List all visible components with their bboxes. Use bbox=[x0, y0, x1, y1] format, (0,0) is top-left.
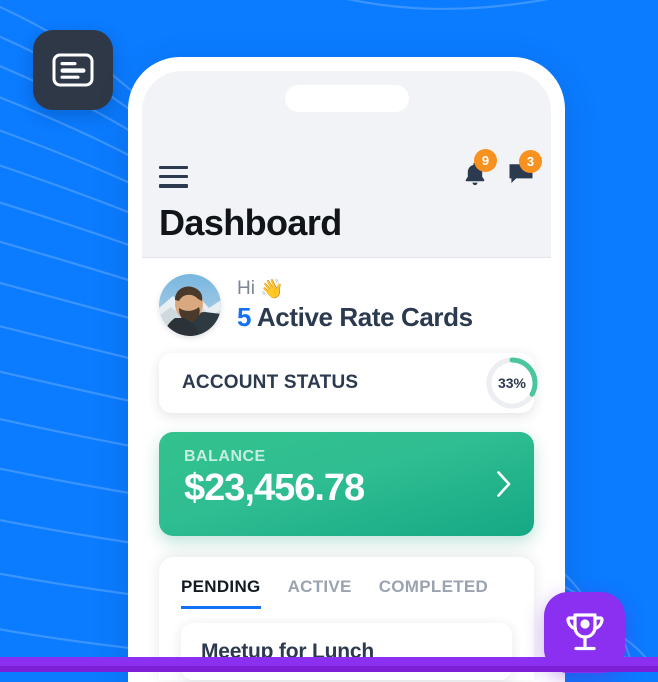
greeting-text: Hi 👋 5 Active Rate Cards bbox=[237, 277, 473, 333]
card-list-icon bbox=[52, 53, 94, 87]
active-rate-cards-label: Active Rate Cards bbox=[256, 302, 473, 332]
avatar[interactable] bbox=[159, 274, 221, 336]
hamburger-line bbox=[159, 174, 188, 179]
messages-badge: 3 bbox=[519, 150, 542, 173]
active-rate-cards-count: 5 bbox=[237, 302, 252, 332]
messages-button[interactable]: 3 bbox=[508, 150, 542, 191]
app-icon[interactable] bbox=[33, 30, 113, 110]
waving-hand-icon: 👋 bbox=[259, 279, 284, 300]
greeting-hi-text: Hi bbox=[237, 278, 255, 299]
hamburger-line bbox=[159, 184, 188, 188]
chevron-right-icon[interactable] bbox=[496, 471, 512, 498]
tab-bar: PENDING ACTIVE COMPLETED bbox=[181, 577, 512, 609]
bottom-bar-primary bbox=[0, 657, 658, 666]
avatar-photo bbox=[159, 274, 221, 336]
notifications-badge: 9 bbox=[474, 149, 497, 172]
balance-card[interactable]: BALANCE $23,456.78 bbox=[159, 432, 534, 536]
tab-completed[interactable]: COMPLETED bbox=[379, 577, 488, 609]
balance-label: BALANCE bbox=[184, 448, 266, 465]
dashboard-content: Hi 👋 5 Active Rate Cards ACCOUNT STATUS bbox=[142, 258, 551, 680]
page-title: Dashboard bbox=[159, 202, 342, 243]
phone-notch bbox=[284, 85, 409, 112]
hamburger-menu-icon[interactable] bbox=[159, 165, 188, 188]
bottom-bar-secondary bbox=[0, 666, 658, 672]
account-status-progress-ring: 33% bbox=[484, 355, 540, 411]
phone-mockup: 9 3 Dashboard Hi 👋 5 Active Rate Cards A… bbox=[128, 57, 565, 682]
phone-screen: 9 3 Dashboard Hi 👋 5 Active Rate Cards A… bbox=[142, 71, 551, 682]
active-rate-cards-line: 5 Active Rate Cards bbox=[237, 302, 473, 333]
notifications-button[interactable]: 9 bbox=[463, 149, 497, 192]
account-status-card[interactable]: ACCOUNT STATUS 33% bbox=[159, 353, 538, 413]
hamburger-line bbox=[159, 165, 188, 169]
greeting-section: Hi 👋 5 Active Rate Cards bbox=[159, 258, 534, 336]
tab-active[interactable]: ACTIVE bbox=[288, 577, 352, 609]
account-status-label: ACCOUNT STATUS bbox=[182, 372, 359, 393]
balance-value: $23,456.78 bbox=[184, 467, 365, 509]
trophy-icon bbox=[565, 612, 604, 650]
tab-pending[interactable]: PENDING bbox=[181, 577, 261, 609]
header-toolbar: 9 3 bbox=[159, 149, 542, 192]
account-status-percent: 33% bbox=[497, 375, 527, 391]
greeting-hi-line: Hi 👋 bbox=[237, 277, 473, 301]
header-icon-group: 9 3 bbox=[463, 149, 542, 192]
